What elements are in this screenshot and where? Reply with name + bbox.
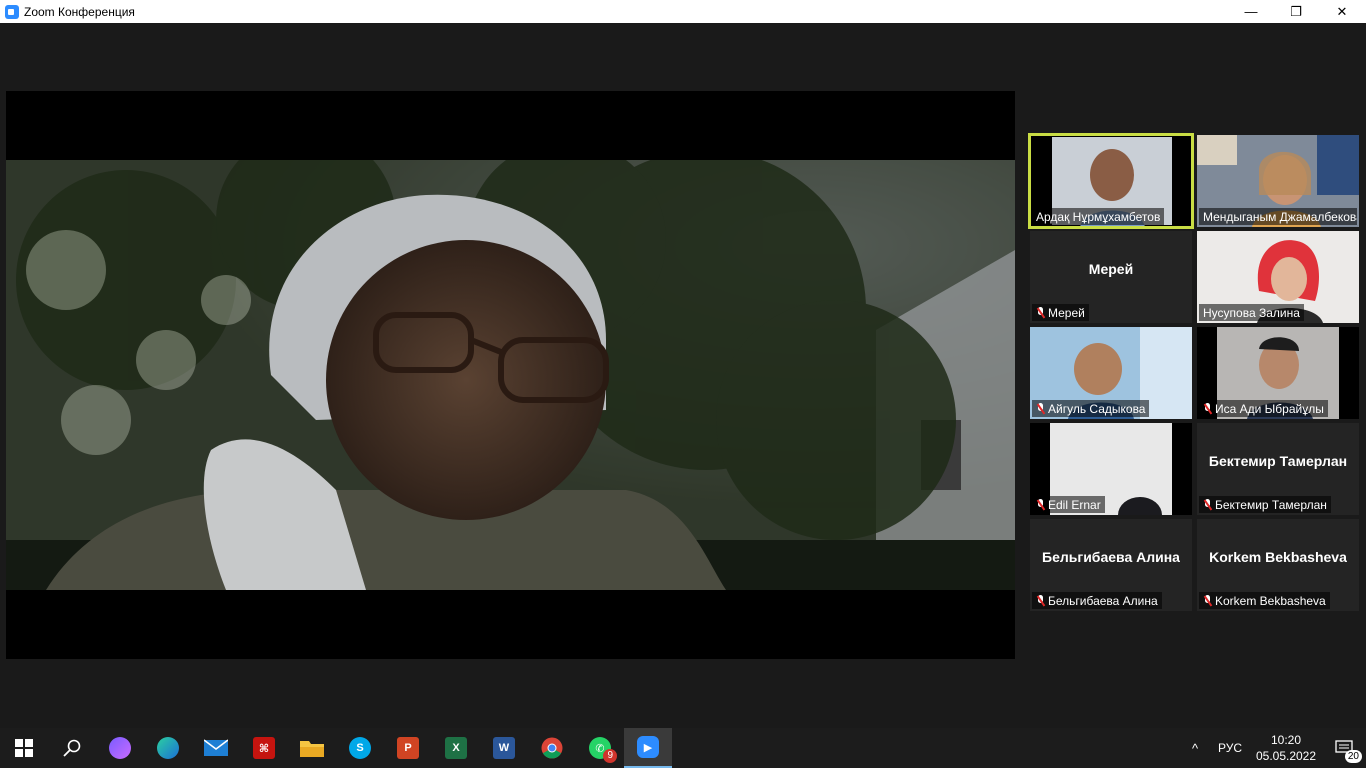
mic-muted-icon [1203, 499, 1212, 511]
participant-tile[interactable]: Edil Ernar [1030, 423, 1192, 515]
participant-tile[interactable]: Айгуль Садыкова [1030, 327, 1192, 419]
participant-tile[interactable]: Иса Ади Ыбрайұлы [1197, 327, 1359, 419]
taskbar-edge[interactable] [144, 728, 192, 768]
alice-icon [109, 737, 131, 759]
taskbar-chrome[interactable] [528, 728, 576, 768]
participant-tile[interactable]: Бектемир Тамерлан Бектемир Тамерлан [1197, 423, 1359, 515]
skype-icon: S [349, 737, 371, 759]
notifications-button[interactable]: 20 [1322, 728, 1366, 768]
taskbar-mail[interactable] [192, 728, 240, 768]
word-icon: W [493, 737, 515, 759]
participant-tile[interactable]: Ардақ Нұрмұхамбетов [1028, 133, 1194, 229]
participant-name: Айгуль Садыкова [1032, 400, 1150, 417]
chrome-icon [541, 737, 563, 759]
language-indicator[interactable]: РУС [1210, 741, 1250, 755]
participant-name: Бельгибаева Алина [1032, 592, 1162, 609]
taskbar-skype[interactable]: S [336, 728, 384, 768]
system-tray: ^ РУС 10:20 05.05.2022 20 [1180, 728, 1366, 768]
zoom-icon: ▶ [637, 736, 659, 758]
participant-name: Нусупова Залина [1199, 304, 1304, 321]
powerpoint-icon: P [397, 737, 419, 759]
mic-muted-icon [1036, 499, 1045, 511]
participant-tile[interactable]: Korkem Bekbasheva Korkem Bekbasheva [1197, 519, 1359, 611]
mic-muted-icon [1036, 595, 1045, 607]
taskbar-alice[interactable] [96, 728, 144, 768]
participant-tile[interactable]: Бельгибаева Алина Бельгибаева Алина [1030, 519, 1192, 611]
participant-tile[interactable]: Мендыганым Джамалбекова [1197, 135, 1359, 227]
mic-muted-icon [1203, 403, 1212, 415]
taskbar-powerpoint[interactable]: P [384, 728, 432, 768]
edge-icon [157, 737, 179, 759]
participant-name: Мерей [1032, 304, 1089, 321]
close-button[interactable]: ✕ [1319, 0, 1365, 23]
mic-muted-icon [1036, 307, 1045, 319]
taskbar-excel[interactable]: X [432, 728, 480, 768]
participant-name: Иса Ади Ыбрайұлы [1199, 400, 1328, 417]
excel-icon: X [445, 737, 467, 759]
participant-display-name: Мерей [1088, 261, 1134, 277]
video-scene [6, 160, 1015, 590]
search-button[interactable] [48, 728, 96, 768]
main-video[interactable] [6, 91, 1015, 659]
video-frame-image [6, 160, 1015, 590]
participant-display-name: Бельгибаева Алина [1042, 549, 1180, 565]
participant-name: Бектемир Тамерлан [1199, 496, 1331, 513]
mic-muted-icon [1203, 595, 1212, 607]
folder-icon [300, 741, 324, 757]
zoom-app-icon [5, 4, 19, 19]
start-button[interactable] [0, 728, 48, 768]
participant-name: Ардақ Нұрмұхамбетов [1032, 208, 1165, 225]
participant-tile[interactable]: Мерей Мерей [1030, 231, 1192, 323]
restore-button[interactable]: ❐ [1273, 0, 1319, 23]
clock-date: 05.05.2022 [1255, 749, 1317, 763]
clock-time: 10:20 [1270, 733, 1302, 747]
window-title: Zoom Конференция [24, 4, 135, 19]
windows-taskbar: ⌘ S P X W ✆ 9 ▶ ^ РУС 10:20 05.05.2022 2… [0, 728, 1366, 768]
whatsapp-badge: 9 [603, 749, 617, 763]
taskbar-acrobat[interactable]: ⌘ [240, 728, 288, 768]
participant-name: Korkem Bekbasheva [1199, 592, 1330, 609]
participant-name: Мендыганым Джамалбекова [1199, 208, 1357, 225]
participant-display-name: Бектемир Тамерлан [1208, 453, 1348, 469]
meeting-stage: Ардақ Нұрмұхамбетов Мендыганым Джамалбек… [0, 23, 1366, 728]
mic-muted-icon [1036, 403, 1045, 415]
participant-tile[interactable]: Нусупова Залина [1197, 231, 1359, 323]
notification-count: 20 [1344, 750, 1362, 763]
taskbar-whatsapp[interactable]: ✆ 9 [576, 728, 624, 768]
participant-display-name: Korkem Bekbasheva [1209, 549, 1347, 565]
taskbar-explorer[interactable] [288, 728, 336, 768]
minimize-button[interactable]: — [1228, 0, 1274, 23]
acrobat-icon: ⌘ [253, 737, 275, 759]
tray-chevron-icon[interactable]: ^ [1180, 741, 1210, 756]
taskbar-zoom[interactable]: ▶ [624, 728, 672, 768]
search-icon [63, 739, 81, 757]
mail-icon [204, 739, 228, 756]
window-titlebar: Zoom Конференция — ❐ ✕ [0, 0, 1366, 23]
taskbar-word[interactable]: W [480, 728, 528, 768]
windows-logo-icon [15, 739, 33, 757]
participant-name: Edil Ernar [1032, 496, 1105, 513]
clock[interactable]: 10:20 05.05.2022 [1250, 732, 1322, 764]
